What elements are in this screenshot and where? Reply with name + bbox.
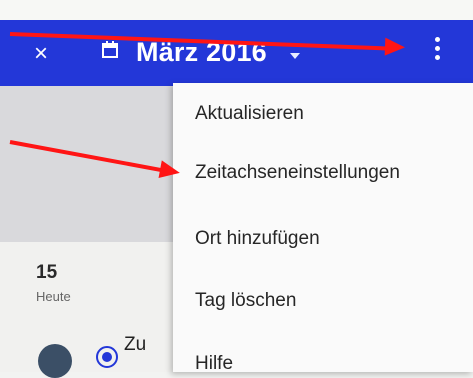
home-icon xyxy=(38,344,72,378)
calendar-icon xyxy=(102,41,118,58)
menu-item-aktualisieren[interactable]: Aktualisieren xyxy=(195,103,304,125)
screen-top-edge xyxy=(0,0,473,20)
annotation-arrowhead-bottom xyxy=(158,160,182,182)
menu-item-zeitachseneinstellungen[interactable]: Zeitachseneinstellungen xyxy=(195,162,400,184)
radio-button[interactable] xyxy=(96,346,118,368)
day-number: 15 xyxy=(36,262,58,283)
entry-text[interactable]: Zu xyxy=(124,334,146,356)
menu-item-ort-hinzufuegen[interactable]: Ort hinzufügen xyxy=(195,228,320,250)
chevron-down-icon[interactable] xyxy=(290,53,300,59)
overflow-menu: Aktualisieren Zeitachseneinstellungen Or… xyxy=(173,83,473,374)
menu-item-tag-loeschen[interactable]: Tag löschen xyxy=(195,290,296,312)
more-vert-icon[interactable] xyxy=(432,37,442,67)
annotation-arrowhead-top xyxy=(384,37,406,57)
close-icon[interactable]: × xyxy=(34,42,48,66)
day-label: Heute xyxy=(36,289,71,304)
